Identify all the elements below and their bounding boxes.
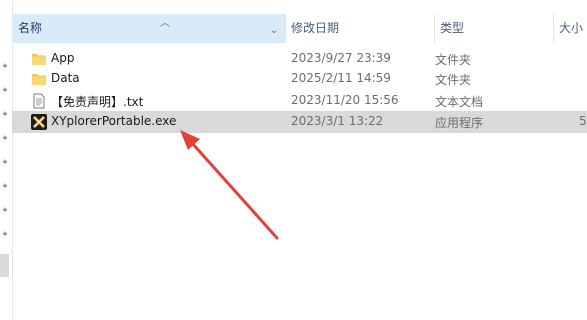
column-header-date[interactable]: 修改日期 <box>285 14 434 43</box>
file-name: App <box>51 51 75 65</box>
pin-icon: ✦ <box>1 206 9 216</box>
nav-selected-item[interactable] <box>0 254 9 277</box>
file-date: 2023/11/20 15:56 <box>291 93 399 107</box>
column-size-label: 大小 <box>559 21 584 35</box>
file-size: 5 <box>579 114 587 128</box>
file-type: 文件夹 <box>435 53 472 67</box>
file-row-selected[interactable]: XYplorerPortable.exe 2023/3/1 13:22 应用程序… <box>12 111 587 133</box>
text-file-icon <box>31 93 47 109</box>
file-date: 2023/3/1 13:22 <box>291 114 384 128</box>
folder-icon <box>31 51 47 67</box>
column-header-name[interactable]: 名称 ︿ ⌄ <box>12 14 285 43</box>
file-name: Data <box>51 71 80 85</box>
pin-icon: ✦ <box>1 230 9 240</box>
column-header: 名称 ︿ ⌄ 修改日期 类型 大小 <box>12 14 587 43</box>
file-row[interactable]: 【免责声明】.txt 2023/11/20 15:56 文本文档 <box>12 90 587 112</box>
pin-icon: ✦ <box>1 62 9 72</box>
pin-icon: ✦ <box>1 134 9 144</box>
chevron-down-icon[interactable]: ⌄ <box>270 16 278 43</box>
file-type: 文本文档 <box>435 95 484 109</box>
column-header-size[interactable]: 大小 <box>553 14 587 43</box>
file-date: 2025/2/11 14:59 <box>291 71 391 85</box>
file-row[interactable]: Data 2025/2/11 14:59 文件夹 <box>12 68 587 90</box>
file-date: 2023/9/27 23:39 <box>291 51 391 65</box>
file-row[interactable]: App 2023/9/27 23:39 文件夹 <box>12 48 587 70</box>
sort-ascending-icon: ︿ <box>160 18 170 29</box>
file-type: 应用程序 <box>435 116 484 130</box>
pin-icon: ✦ <box>1 86 9 96</box>
file-name: XYplorerPortable.exe <box>51 114 177 128</box>
pin-icon: ✦ <box>1 182 9 192</box>
pin-icon: ✦ <box>1 110 9 120</box>
pin-icon: ✦ <box>1 158 9 168</box>
file-name: 【免责声明】.txt <box>51 95 144 109</box>
column-header-type[interactable]: 类型 <box>434 14 553 43</box>
column-type-label: 类型 <box>440 21 465 35</box>
file-type: 文件夹 <box>435 73 472 87</box>
folder-icon <box>31 71 47 87</box>
xyplorer-app-icon <box>31 114 47 130</box>
column-name-label: 名称 <box>18 21 43 35</box>
column-date-label: 修改日期 <box>291 21 340 35</box>
